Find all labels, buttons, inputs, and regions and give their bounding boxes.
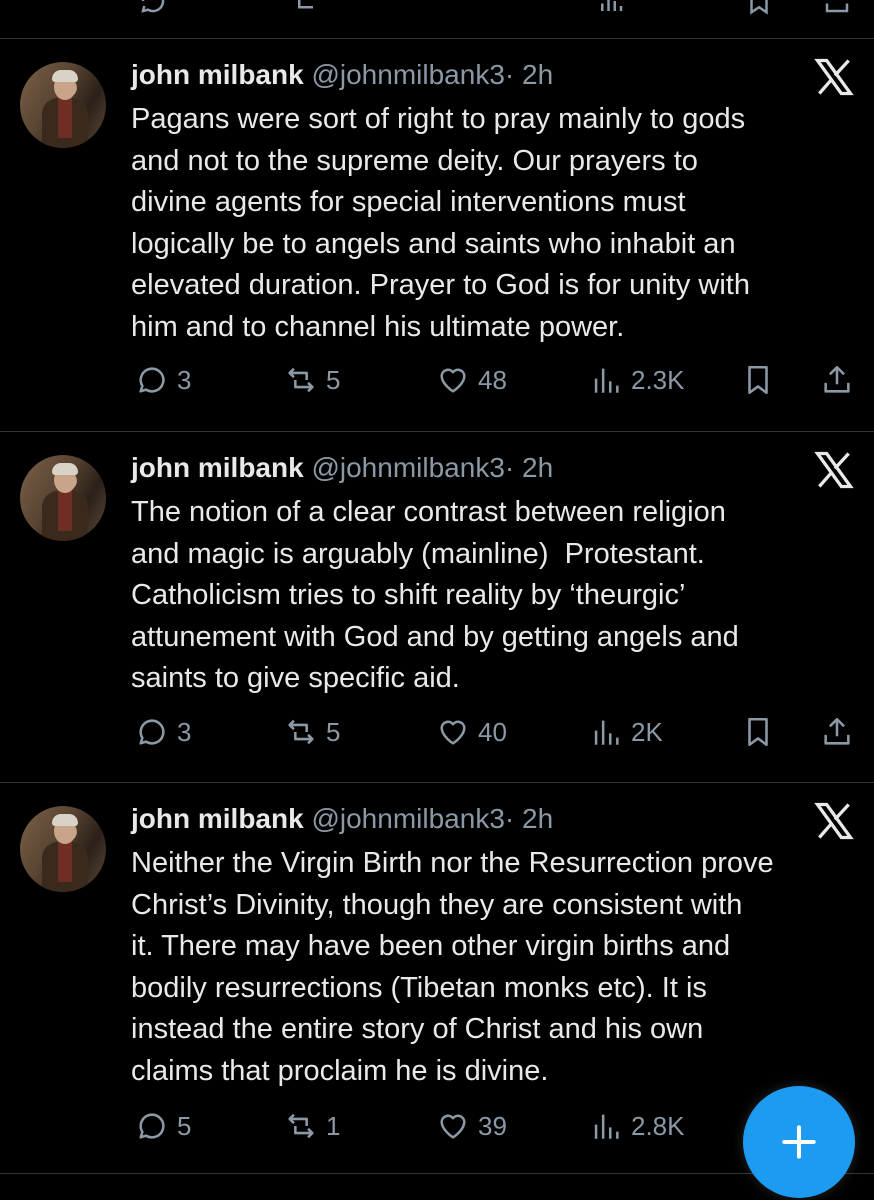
repost-icon (288, 367, 314, 393)
author-name[interactable]: john milbank (131, 59, 304, 90)
author-handle[interactable]: @johnmilbank3 (311, 59, 504, 90)
author-name[interactable]: john milbank (131, 803, 304, 834)
views-count: 2.3K (631, 364, 685, 395)
tweet-actions: 3 5 40 2K (0, 715, 874, 755)
tweet-actions: 3 5 48 2.3K (0, 363, 874, 403)
views-icon (594, 368, 619, 393)
share-icon[interactable] (822, 0, 852, 16)
compose-button[interactable] (743, 1086, 855, 1198)
tweet-text: Pagans were sort of right to pray mainly… (131, 103, 750, 343)
tweet-header: john milbank @johnmilbank3· 2h (131, 802, 553, 836)
views-button[interactable]: 2.8K (589, 1109, 685, 1143)
tweet-text: Neither the Virgin Birth nor the Resurre… (131, 847, 774, 1087)
reply-icon (139, 1113, 165, 1139)
like-button[interactable]: 39 (436, 1109, 507, 1143)
reply-count: 5 (177, 1110, 192, 1141)
views-button[interactable]: 2K (589, 715, 663, 749)
views-button[interactable]: 2.3K (589, 363, 685, 397)
tweet[interactable]: john milbank @johnmilbank3· 2h Pagans we… (0, 39, 874, 432)
author-handle[interactable]: @johnmilbank3 (311, 803, 504, 834)
avatar[interactable] (20, 62, 106, 148)
tweet-header: john milbank @johnmilbank3· 2h (131, 451, 553, 485)
repost-count: 1 (326, 1110, 341, 1141)
plus-icon (782, 1125, 816, 1159)
repost-icon (288, 719, 314, 745)
like-count: 48 (478, 364, 507, 395)
views-count: 2.8K (631, 1110, 685, 1141)
author-name[interactable]: john milbank (131, 452, 304, 483)
repost-button[interactable]: 1 (284, 1109, 340, 1143)
reply-count: 3 (177, 364, 192, 395)
repost-count: 5 (326, 364, 341, 395)
avatar[interactable] (20, 806, 106, 892)
reply-icon (139, 367, 165, 393)
views-icon (594, 720, 619, 745)
like-count: 40 (478, 716, 507, 747)
reply-count: 3 (177, 716, 192, 747)
x-logo-icon[interactable] (812, 55, 856, 99)
share-button[interactable] (820, 715, 854, 749)
bookmark-button[interactable] (741, 363, 775, 397)
bookmark-icon (748, 717, 768, 747)
share-icon (824, 717, 850, 745)
previous-tweet-actions (0, 0, 874, 39)
like-count: 39 (478, 1110, 507, 1141)
heart-icon (440, 368, 466, 393)
tweet[interactable]: john milbank @johnmilbank3· 2h The notio… (0, 432, 874, 783)
x-logo-icon[interactable] (812, 448, 856, 492)
share-button[interactable] (820, 363, 854, 397)
heart-icon (440, 720, 466, 745)
x-logo-icon[interactable] (812, 799, 856, 843)
views-count: 2K (631, 716, 663, 747)
share-icon (824, 365, 850, 393)
like-button[interactable]: 48 (436, 363, 507, 397)
like-button[interactable]: 40 (436, 715, 507, 749)
repost-icon (288, 1113, 314, 1139)
repost-icon[interactable] (293, 0, 323, 16)
tweet-header: john milbank @johnmilbank3· 2h (131, 58, 553, 92)
bookmark-button[interactable] (741, 715, 775, 749)
views-icon[interactable] (596, 0, 626, 16)
avatar[interactable] (20, 455, 106, 541)
tweet[interactable]: john milbank @johnmilbank3· 2h Neither t… (0, 783, 874, 1174)
tweet-text: The notion of a clear contrast between r… (131, 496, 739, 694)
reply-button[interactable]: 5 (135, 1109, 191, 1143)
timestamp[interactable]: · 2h (505, 452, 553, 483)
reply-icon[interactable] (138, 0, 168, 16)
reply-button[interactable]: 3 (135, 363, 191, 397)
repost-button[interactable]: 5 (284, 363, 340, 397)
heart-icon (440, 1114, 466, 1139)
repost-count: 5 (326, 716, 341, 747)
reply-button[interactable]: 3 (135, 715, 191, 749)
repost-button[interactable]: 5 (284, 715, 340, 749)
bookmark-icon (748, 365, 768, 395)
author-handle[interactable]: @johnmilbank3 (311, 452, 504, 483)
reply-icon (139, 719, 165, 745)
timestamp[interactable]: · 2h (505, 803, 553, 834)
views-icon (594, 1114, 619, 1139)
timestamp[interactable]: · 2h (505, 59, 553, 90)
bookmark-icon[interactable] (744, 0, 774, 16)
